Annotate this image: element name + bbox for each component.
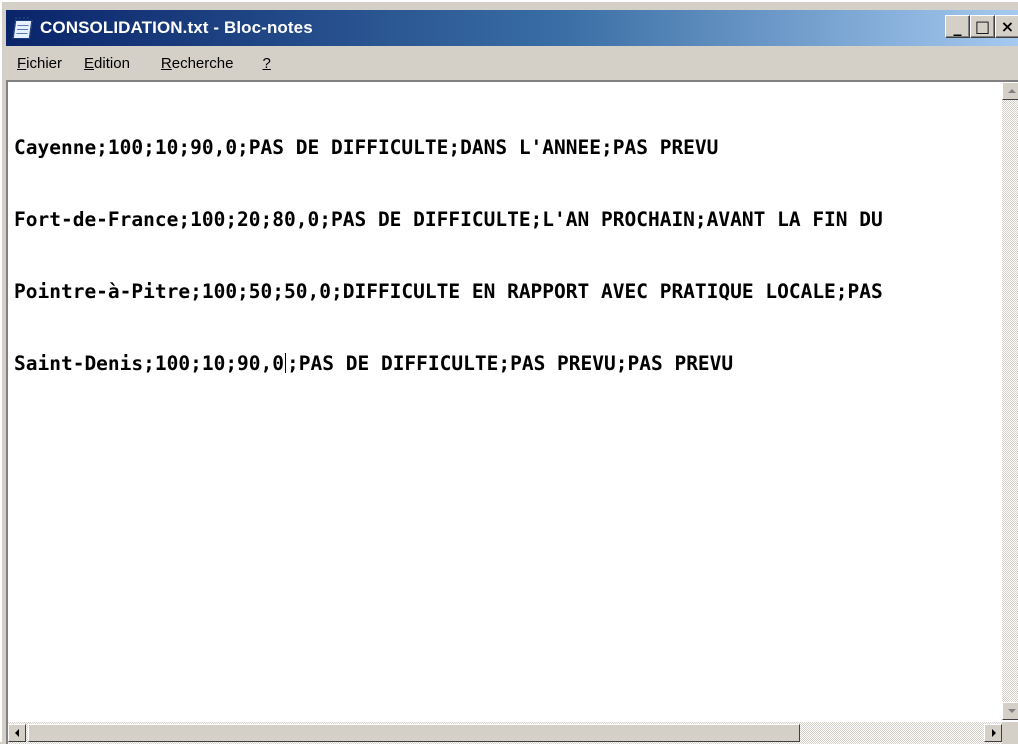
arrow-left-icon bbox=[15, 729, 19, 737]
text-line: Fort-de-France;100;20;80,0;PAS DE DIFFIC… bbox=[14, 208, 883, 231]
menu-recherche[interactable]: Recherche bbox=[141, 55, 245, 72]
notepad-window: CONSOLIDATION.txt - Bloc-notes _ □ × Fic… bbox=[0, 0, 1018, 744]
scroll-right-button[interactable] bbox=[984, 724, 1002, 742]
maximize-button[interactable]: □ bbox=[970, 15, 995, 38]
menu-help[interactable]: ? bbox=[244, 55, 281, 72]
text-caret bbox=[285, 353, 287, 373]
text-before-caret: Saint-Denis;100;10;90,0 bbox=[14, 352, 285, 375]
arrow-up-icon bbox=[1008, 89, 1016, 93]
vertical-scrollbar[interactable] bbox=[1002, 82, 1018, 720]
scroll-up-button[interactable] bbox=[1002, 82, 1018, 100]
notepad-icon[interactable] bbox=[12, 17, 34, 39]
menu-bar: Fichier Edition Recherche ? bbox=[6, 50, 1018, 76]
text-editor[interactable]: Cayenne;100;10;90,0;PAS DE DIFFICULTE;DA… bbox=[6, 80, 1018, 744]
arrow-down-icon bbox=[1008, 709, 1016, 713]
window-controls: _ □ × bbox=[945, 15, 1018, 38]
arrow-right-icon bbox=[992, 729, 996, 737]
horizontal-scrollbar[interactable] bbox=[8, 722, 1002, 744]
text-line: Saint-Denis;100;10;90,0 ;PAS DE DIFFICULT… bbox=[14, 352, 1000, 376]
menu-fichier[interactable]: Fichier bbox=[6, 55, 73, 72]
menu-edition[interactable]: Edition bbox=[73, 55, 141, 72]
text-after-caret: ;PAS DE DIFFICULTE;PAS PREVU;PAS PREVU bbox=[287, 352, 734, 375]
horizontal-scroll-thumb[interactable] bbox=[28, 724, 800, 742]
scroll-down-button[interactable] bbox=[1002, 702, 1018, 720]
scrollbar-corner bbox=[1002, 722, 1018, 744]
scroll-left-button[interactable] bbox=[8, 724, 26, 742]
text-line: Pointre-à-Pitre;100;50;50,0;DIFFICULTE E… bbox=[14, 280, 883, 303]
minimize-button[interactable]: _ bbox=[945, 15, 970, 38]
text-content[interactable]: Cayenne;100;10;90,0;PAS DE DIFFICULTE;DA… bbox=[14, 88, 1000, 714]
title-bar[interactable]: CONSOLIDATION.txt - Bloc-notes _ □ × bbox=[6, 10, 1018, 46]
window-title: CONSOLIDATION.txt - Bloc-notes bbox=[40, 18, 313, 37]
close-button[interactable]: × bbox=[995, 15, 1018, 38]
text-line: Cayenne;100;10;90,0;PAS DE DIFFICULTE;DA… bbox=[14, 136, 719, 159]
